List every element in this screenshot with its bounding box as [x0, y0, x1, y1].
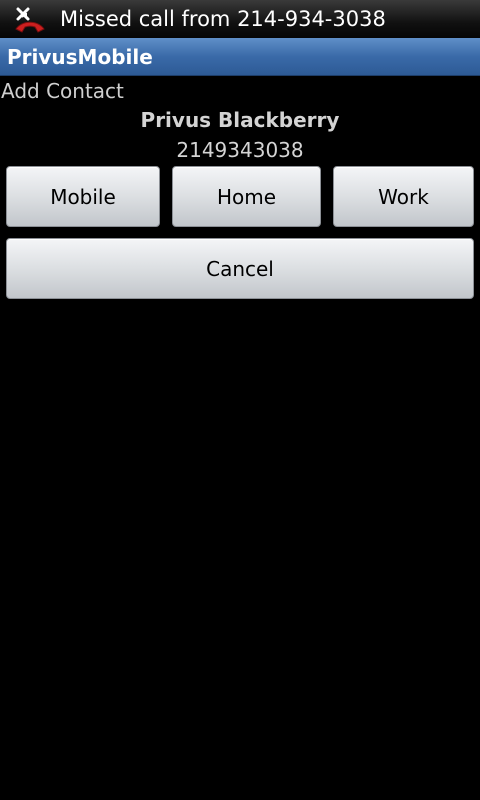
mobile-button[interactable]: Mobile [6, 166, 160, 227]
contact-number: 2149343038 [176, 138, 304, 162]
home-button[interactable]: Home [172, 166, 321, 227]
missed-call-notification[interactable]: Missed call from 214-934-3038 [60, 7, 386, 31]
title-bar: PrivusMobile [0, 38, 480, 76]
screen-label: Add Contact [1, 79, 124, 103]
app-title: PrivusMobile [7, 44, 153, 69]
contact-name: Privus Blackberry [140, 108, 340, 132]
missed-call-icon[interactable] [10, 2, 50, 36]
cancel-button[interactable]: Cancel [6, 238, 474, 299]
work-button[interactable]: Work [333, 166, 474, 227]
status-bar: Missed call from 214-934-3038 [0, 0, 480, 38]
